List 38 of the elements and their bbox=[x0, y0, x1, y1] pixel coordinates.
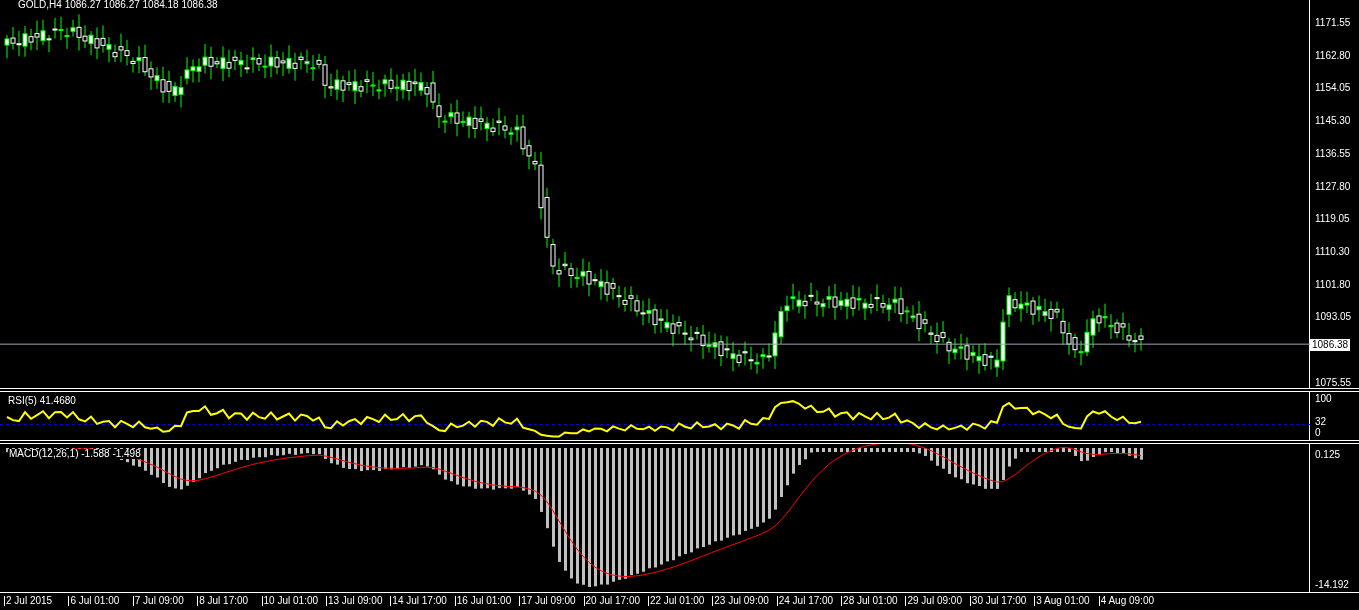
time-axis-label: 4 Aug 09:00 bbox=[1098, 596, 1164, 606]
time-axis-label: 7 Jul 09:00 bbox=[132, 596, 198, 606]
rsi-axis-label: 100 bbox=[1315, 394, 1333, 404]
price-axis-label: 1145.30 bbox=[1314, 116, 1352, 127]
time-axis-label: 23 Jul 09:00 bbox=[712, 596, 777, 606]
time-axis-label: 20 Jul 17:00 bbox=[583, 596, 648, 606]
time-axis-label: 14 Jul 17:00 bbox=[390, 596, 455, 606]
price-axis-label: 1136.55 bbox=[1314, 148, 1352, 159]
time-axis-label: 29 Jul 09:00 bbox=[905, 596, 970, 606]
time-axis-label: 30 Jul 17:00 bbox=[969, 596, 1035, 606]
rsi-title: RSI(5) 41.4680 bbox=[8, 396, 76, 406]
time-axis-label: 28 Jul 01:00 bbox=[841, 596, 906, 606]
price-axis-label: 1127.80 bbox=[1314, 181, 1352, 192]
current-price-label: 1086.38 bbox=[1310, 339, 1351, 351]
time-axis-label: 17 Jul 09:00 bbox=[519, 596, 584, 606]
time-axis-label: 22 Jul 01:00 bbox=[647, 596, 713, 606]
time-axis-label: 16 Jul 01:00 bbox=[454, 596, 520, 606]
time-axis-label: 2 Jul 2015 bbox=[4, 596, 69, 606]
macd-axis-label: 0.125 bbox=[1315, 450, 1342, 460]
macd-title: MACD(12,26,1) -1.588 -1.498 bbox=[8, 449, 142, 459]
time-axis-label: 8 Jul 17:00 bbox=[197, 596, 262, 606]
price-axis-label: 1119.05 bbox=[1314, 214, 1351, 225]
price-axis-label: 1110.30 bbox=[1314, 247, 1351, 258]
time-axis-label: 10 Jul 01:00 bbox=[261, 596, 326, 606]
price-axis-label: 1154.05 bbox=[1314, 83, 1352, 94]
price-axis-label: 1162.80 bbox=[1314, 50, 1352, 61]
price-axis-label: 1075.55 bbox=[1314, 377, 1353, 388]
time-axis-label: 6 Jul 01:00 bbox=[68, 596, 133, 606]
price-axis-label: 1101.80 bbox=[1314, 279, 1352, 290]
rsi-axis-label: 32 bbox=[1315, 417, 1328, 427]
price-axis-label: 1171.55 bbox=[1314, 18, 1352, 28]
time-axis-label: 24 Jul 17:00 bbox=[776, 596, 842, 606]
time-axis-label: 3 Aug 01:00 bbox=[1034, 596, 1099, 606]
time-axis-label: 13 Jul 09:00 bbox=[325, 596, 391, 606]
rsi-axis-label: 0 bbox=[1315, 428, 1322, 438]
price-axis-label: 1093.05 bbox=[1314, 312, 1353, 323]
chart-title: GOLD,H4 1086.27 1086.27 1084.18 1086.38 bbox=[18, 0, 218, 10]
macd-axis-label: -14.192 bbox=[1315, 580, 1350, 590]
